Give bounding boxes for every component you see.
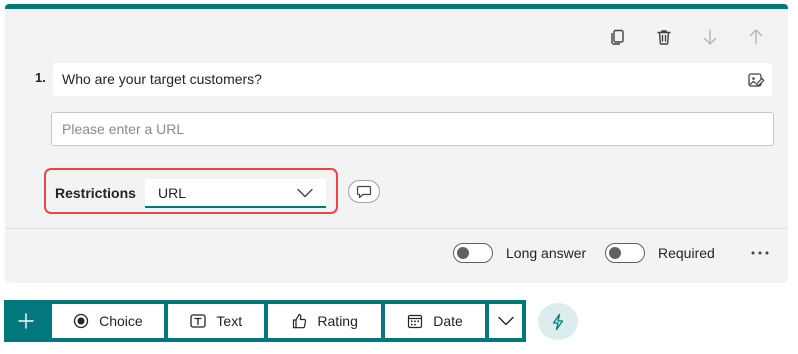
more-question-types-button[interactable]	[489, 304, 522, 338]
lightning-icon	[550, 313, 566, 331]
suggestions-button[interactable]	[538, 303, 578, 340]
add-text-label: Text	[216, 313, 243, 329]
delete-icon[interactable]	[651, 24, 677, 50]
more-options-icon[interactable]	[749, 243, 771, 263]
question-number: 1.	[35, 70, 46, 85]
add-choice-label: Choice	[99, 313, 143, 329]
required-label: Required	[658, 245, 715, 261]
text-icon	[190, 313, 207, 329]
add-rating-button[interactable]: Rating	[268, 304, 381, 338]
long-answer-toggle[interactable]	[453, 243, 493, 263]
restrictions-label: Restrictions	[55, 185, 136, 201]
restrictions-selected-value: URL	[158, 185, 187, 201]
thumb-up-icon	[291, 313, 307, 329]
add-new-button[interactable]	[4, 304, 48, 338]
copy-icon[interactable]	[605, 24, 631, 50]
question-title-text: Who are your target customers?	[62, 71, 262, 87]
add-date-button[interactable]: Date	[384, 304, 486, 338]
plus-icon	[18, 313, 34, 329]
add-text-button[interactable]: Text	[168, 304, 265, 338]
comment-button[interactable]	[348, 180, 380, 203]
question-title-field[interactable]: Who are your target customers?	[53, 63, 772, 96]
chevron-down-icon	[296, 185, 314, 201]
add-question-bar: Choice Text Rating Date	[4, 300, 526, 342]
toggle-knob	[457, 247, 469, 259]
question-card: 1. Who are your target customers? Restri…	[5, 4, 788, 283]
long-answer-label: Long answer	[506, 245, 587, 261]
move-down-icon[interactable]	[697, 24, 723, 50]
add-rating-label: Rating	[317, 313, 358, 329]
required-toggle[interactable]	[605, 243, 645, 263]
move-up-icon[interactable]	[743, 24, 769, 50]
calendar-icon	[407, 313, 423, 329]
add-date-label: Date	[433, 313, 463, 329]
media-edit-icon[interactable]	[746, 70, 766, 90]
toggle-knob	[609, 247, 621, 259]
card-divider	[5, 228, 788, 229]
url-answer-input[interactable]	[51, 112, 774, 146]
chevron-down-icon	[497, 316, 514, 326]
card-accent-bar	[5, 4, 788, 9]
restrictions-dropdown[interactable]: URL	[145, 179, 326, 208]
add-choice-button[interactable]: Choice	[51, 304, 165, 338]
comment-icon	[356, 185, 372, 199]
radio-icon	[73, 313, 89, 329]
